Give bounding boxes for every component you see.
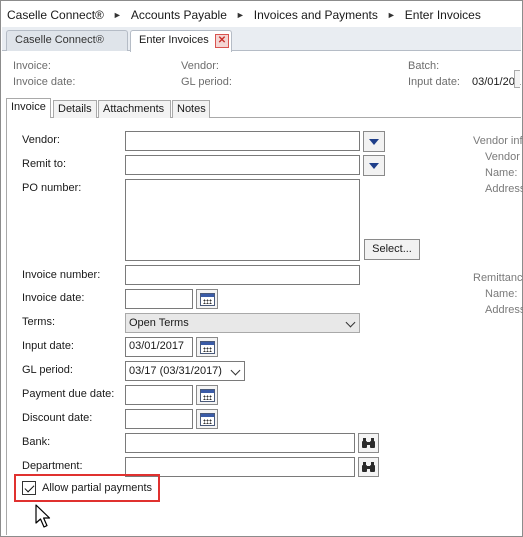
terms-label: Terms: [22,316,55,328]
bank-lookup-button[interactable] [358,433,379,453]
tab-notes-label: Notes [177,103,206,115]
invoice-date-calendar-button[interactable] [196,289,218,309]
breadcrumb-item-enter-invoices[interactable]: Enter Invoices [405,8,481,22]
allow-partial-payments-checkbox[interactable] [22,481,36,495]
chevron-down-icon [345,317,356,328]
select-button[interactable]: Select... [364,239,420,260]
calendar-icon [199,340,215,354]
input-date-calendar-button[interactable] [196,337,218,357]
tab-details-label: Details [58,103,92,115]
chevron-right-icon: ► [235,9,245,20]
tab-label: Enter Invoices [139,34,209,46]
remittance-title: Remittanc [473,272,523,284]
summary-invoice-label: Invoice: [13,60,51,72]
summary-vendor-label: Vendor: [181,60,219,72]
tab-invoice[interactable]: Invoice [6,98,51,119]
department-label: Department: [22,460,83,472]
binoculars-icon [362,438,375,448]
summary-input-date-label: Input date: [408,76,460,88]
scrollbar[interactable] [514,70,520,88]
terms-select[interactable]: Open Terms [125,313,360,333]
invoice-date-input[interactable] [125,289,193,309]
vendor-info-name: Name: [485,167,518,179]
chevron-down-icon [230,365,241,376]
invoice-number-label: Invoice number: [22,269,101,281]
mouse-pointer-icon [35,504,51,528]
gl-period-select[interactable]: 03/17 (03/31/2017) [125,361,245,381]
vendor-info-address: Address [485,183,523,195]
calendar-icon [199,388,215,402]
breadcrumb-item-accounts-payable[interactable]: Accounts Payable [131,8,227,22]
vendor-input[interactable] [125,131,360,151]
vendor-dropdown-button[interactable] [363,131,385,152]
calendar-icon [199,412,215,426]
department-lookup-button[interactable] [358,457,379,477]
tab-notes[interactable]: Notes [172,100,210,118]
discount-date-calendar-button[interactable] [196,409,218,429]
remittance-name: Name: [485,288,518,300]
binoculars-icon [362,462,375,472]
breadcrumb: Caselle Connect® ► Accounts Payable ► In… [2,2,521,27]
chevron-down-icon [369,138,379,145]
tab-invoice-label: Invoice [11,101,46,113]
breadcrumb-item-invoices-payments[interactable]: Invoices and Payments [254,8,378,22]
vendor-info-vendor: Vendor [485,151,520,163]
remittance-address: Address [485,304,523,316]
breadcrumb-item-caselle[interactable]: Caselle Connect® [7,8,104,22]
bank-label: Bank: [22,436,51,448]
po-number-label: PO number: [22,182,82,194]
close-icon[interactable]: ✕ [215,34,229,48]
discount-date-input[interactable] [125,409,193,429]
vendor-info-title: Vendor inf [473,135,523,147]
tab-details[interactable]: Details [53,100,97,118]
payment-due-date-calendar-button[interactable] [196,385,218,405]
chevron-right-icon: ► [112,9,122,20]
chevron-right-icon: ► [386,9,396,20]
document-tab-bar: Caselle Connect® Enter Invoices ✕ [2,27,521,52]
chevron-down-icon [369,162,379,169]
invoice-number-input[interactable] [125,265,360,285]
gl-period-label: GL period: [22,364,73,376]
input-date-label: Input date: [22,340,74,352]
bank-input[interactable] [125,433,355,453]
app-window: Caselle Connect® ► Accounts Payable ► In… [0,0,523,537]
invoice-summary-header: Invoice: Invoice date: Vendor: GL period… [2,52,521,98]
allow-partial-payments-label: Allow partial payments [42,482,153,494]
remit-to-label: Remit to: [22,158,67,170]
po-number-textarea[interactable] [125,179,360,261]
summary-gl-period-label: GL period: [181,76,232,88]
tab-enter-invoices[interactable]: Enter Invoices ✕ [130,30,232,52]
vendor-label: Vendor: [22,134,60,146]
tab-attachments-label: Attachments [103,103,165,115]
remit-to-input[interactable] [125,155,360,175]
terms-value: Open Terms [129,317,189,329]
invoice-date-label: Invoice date: [22,292,85,304]
tab-caselle-connect[interactable]: Caselle Connect® [6,30,128,51]
form-tab-bar: Invoice Details Attachments Notes [6,98,521,119]
payment-due-date-label: Payment due date: [22,388,115,400]
tab-attachments[interactable]: Attachments [98,100,171,118]
gl-period-value: 03/17 (03/31/2017) [129,365,222,377]
calendar-icon [199,292,215,306]
payment-due-date-input[interactable] [125,385,193,405]
tab-label: Caselle Connect® [15,34,104,46]
summary-batch-label: Batch: [408,60,440,72]
discount-date-label: Discount date: [22,412,93,424]
input-date-input[interactable]: 03/01/2017 [125,337,193,357]
remit-to-dropdown-button[interactable] [363,155,385,176]
summary-invoice-date-label: Invoice date: [13,76,76,88]
